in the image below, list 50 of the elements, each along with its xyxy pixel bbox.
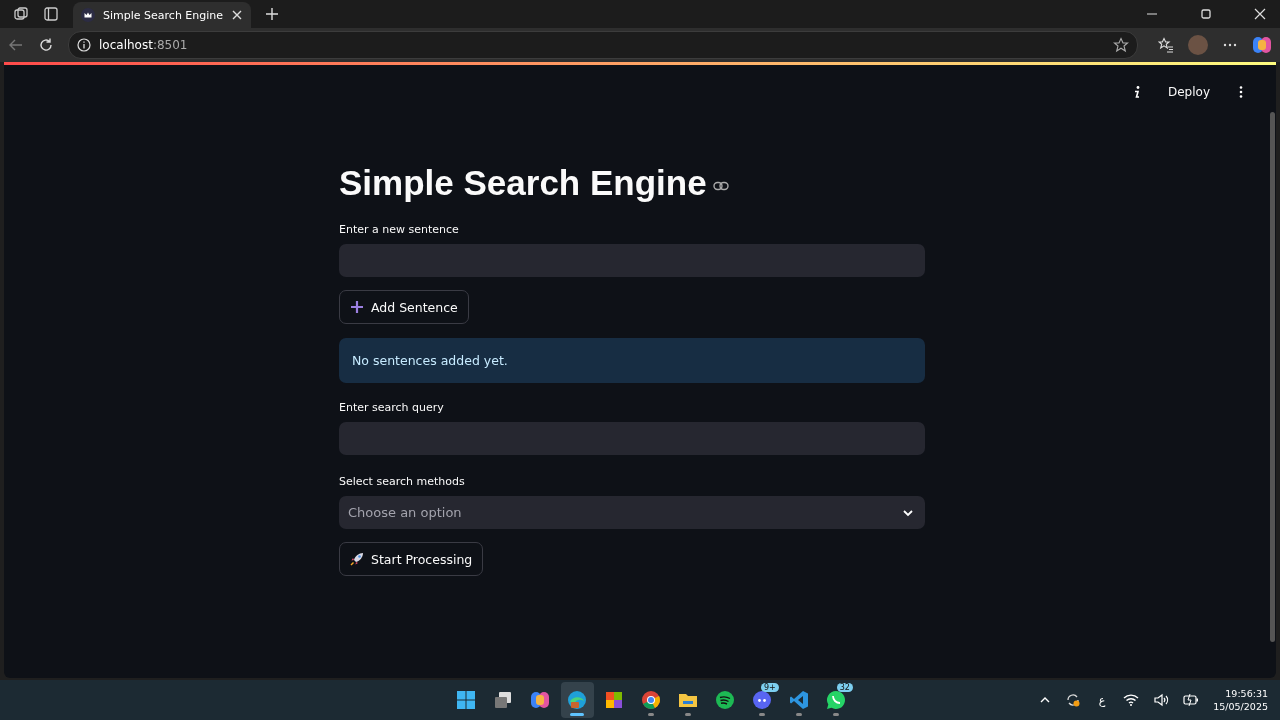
- crown-icon: [81, 8, 95, 22]
- wifi-icon[interactable]: [1123, 692, 1140, 708]
- favorites-icon[interactable]: [1158, 37, 1174, 53]
- browser-icon: [567, 690, 588, 710]
- deploy-button[interactable]: Deploy: [1163, 83, 1214, 101]
- taskbar-app[interactable]: 9+: [745, 682, 779, 718]
- speaker-icon[interactable]: [1153, 692, 1170, 708]
- plus-icon: [350, 300, 364, 314]
- field-label: Enter a new sentence: [339, 223, 459, 236]
- workspaces-icon[interactable]: [13, 6, 29, 22]
- messenger-icon: [826, 690, 847, 710]
- search-query-field[interactable]: [339, 422, 925, 455]
- chat-app-icon: [752, 690, 773, 710]
- add-sentence-button[interactable]: Add Sentence: [339, 290, 469, 324]
- close-icon[interactable]: [231, 9, 244, 21]
- sentence-input-field[interactable]: [339, 244, 925, 277]
- taskbar-app[interactable]: [560, 682, 594, 718]
- store-icon: [604, 690, 625, 710]
- start-processing-button[interactable]: Start Processing: [339, 542, 484, 576]
- notification-badge: 32: [836, 683, 853, 692]
- battery-icon[interactable]: [1183, 692, 1200, 708]
- language-indicator[interactable]: ع: [1094, 693, 1110, 707]
- clock-date: 15/05/2025: [1213, 701, 1268, 712]
- field-label: Enter search query: [339, 401, 444, 414]
- field-label: Select search methods: [339, 475, 465, 488]
- search-methods-dropdown[interactable]: Choose an option: [339, 496, 925, 529]
- code-editor-icon: [789, 690, 810, 710]
- reload-icon[interactable]: [38, 37, 54, 53]
- clock[interactable]: 19:56:31 15/05/2025: [1213, 688, 1268, 712]
- address-bar[interactable]: localhost:8501: [68, 31, 1138, 59]
- star-icon[interactable]: [1113, 37, 1129, 53]
- back-icon[interactable]: [8, 37, 24, 53]
- sync-icon[interactable]: [1064, 692, 1081, 708]
- url-text: localhost:8501: [99, 38, 188, 52]
- link-icon[interactable]: [712, 181, 729, 191]
- info-icon: [77, 38, 91, 52]
- new-tab-icon[interactable]: [265, 7, 279, 21]
- rocket-icon: [350, 552, 364, 566]
- notification-badge: 9+: [761, 683, 779, 692]
- info-message: No sentences added yet.: [339, 338, 925, 383]
- windows-stack-icon: [493, 690, 514, 710]
- maximize-icon[interactable]: [1200, 8, 1212, 20]
- taskbar-app[interactable]: 32: [819, 682, 853, 718]
- page-title: Simple Search Engine: [339, 163, 707, 203]
- music-app-icon: [715, 690, 736, 710]
- clock-time: 19:56:31: [1225, 688, 1268, 699]
- close-icon[interactable]: [1254, 8, 1266, 20]
- tab-actions-icon[interactable]: [43, 6, 59, 22]
- browser-tab[interactable]: Simple Search Engine: [73, 2, 251, 28]
- windows-logo-icon: [456, 690, 477, 710]
